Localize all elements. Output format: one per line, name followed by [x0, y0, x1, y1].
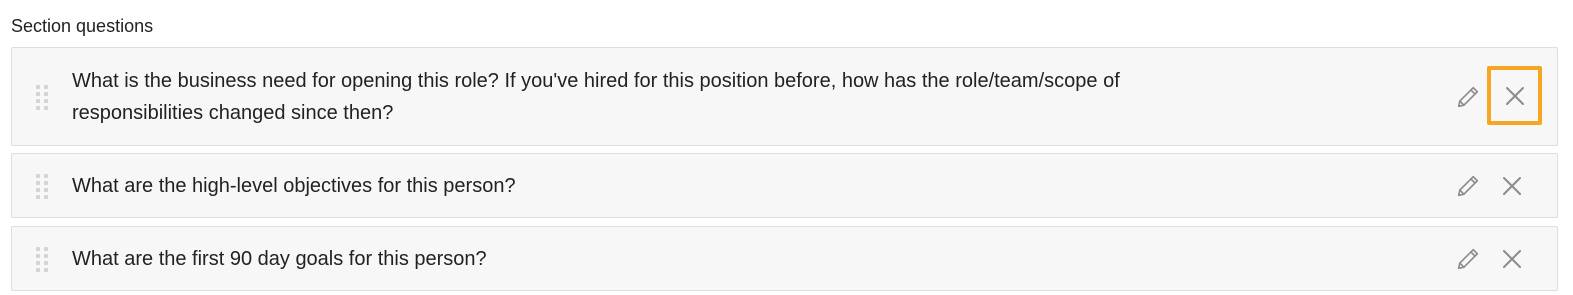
close-icon	[1503, 177, 1521, 195]
drag-handle-icon[interactable]	[36, 85, 48, 111]
drag-handle-icon[interactable]	[36, 174, 48, 200]
remove-question-button[interactable]	[1487, 66, 1542, 125]
pencil-icon	[1457, 86, 1479, 108]
question-text: What are the high-level objectives for t…	[72, 175, 516, 197]
question-text: What are the first 90 day goals for this…	[72, 248, 487, 270]
remove-question-button[interactable]	[1496, 243, 1528, 275]
question-item: What is the business need for opening th…	[11, 47, 1558, 146]
drag-handle-icon[interactable]	[36, 247, 48, 273]
edit-question-button[interactable]	[1452, 243, 1484, 275]
section-title: Section questions	[11, 16, 154, 36]
question-item: What are the first 90 day goals for this…	[11, 226, 1558, 291]
close-icon	[1503, 250, 1521, 268]
question-text: What is the business need for opening th…	[72, 70, 1120, 124]
edit-question-button[interactable]	[1452, 170, 1484, 202]
edit-question-button[interactable]	[1452, 81, 1484, 113]
pencil-icon	[1457, 248, 1479, 270]
question-item: What are the high-level objectives for t…	[11, 153, 1558, 218]
remove-question-button[interactable]	[1496, 170, 1528, 202]
close-icon	[1505, 86, 1524, 105]
pencil-icon	[1457, 175, 1479, 197]
